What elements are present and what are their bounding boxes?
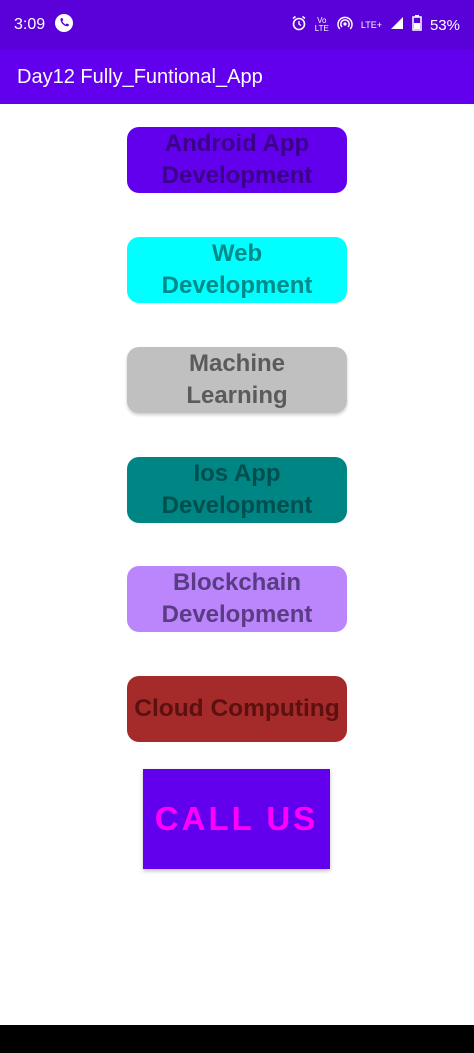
- button-label-line2: Development: [161, 601, 313, 628]
- app-screen: 3:09 Vo LTE LTE+ 53% Day12 Fully_Funtion…: [0, 0, 474, 1053]
- button-label: Web Development: [162, 238, 313, 302]
- battery-percentage: 53%: [429, 16, 460, 34]
- ios-app-development-button[interactable]: Ios App Development: [127, 457, 347, 523]
- button-label-line1: Ios App: [193, 460, 281, 487]
- button-label-line1: Web: [211, 240, 263, 267]
- alarm-icon: [291, 15, 307, 35]
- button-label: Cloud Computing: [134, 693, 339, 725]
- app-title: Day12 Fully_Funtional_App: [17, 65, 263, 88]
- blockchain-development-button[interactable]: Blockchain Development: [127, 566, 347, 632]
- network-type-label: LTE+: [360, 20, 382, 30]
- call-us-label: CALL US: [154, 800, 319, 837]
- app-bar: Day12 Fully_Funtional_App: [0, 50, 474, 104]
- button-label-line1: Cloud Computing: [134, 695, 340, 722]
- navigation-bar: [0, 1025, 474, 1053]
- button-label-line2: Development: [161, 162, 313, 189]
- button-label-line1: Blockchain: [172, 569, 302, 596]
- call-us-button[interactable]: CALL US: [143, 769, 330, 869]
- phone-call-icon: [55, 13, 74, 37]
- web-development-button[interactable]: Web Development: [127, 237, 347, 303]
- button-label-line1: Machine: [188, 350, 286, 377]
- network-type-indicator: LTE+: [360, 20, 382, 30]
- cloud-computing-button[interactable]: Cloud Computing: [127, 676, 347, 742]
- status-left: 3:09: [14, 13, 74, 37]
- button-label-line2: Development: [161, 492, 313, 519]
- battery-icon: [412, 15, 422, 35]
- status-bar: 3:09 Vo LTE LTE+ 53%: [0, 0, 474, 50]
- signal-icon: [390, 16, 404, 34]
- android-app-development-button[interactable]: Android App Development: [127, 127, 347, 193]
- button-label-line1: Android App: [164, 130, 310, 157]
- volte-indicator: Vo LTE: [315, 17, 329, 33]
- button-label: Machine Learning: [186, 348, 287, 412]
- button-label-line2: Learning: [186, 382, 288, 409]
- button-label: Blockchain Development: [162, 567, 313, 631]
- button-label: Ios App Development: [162, 458, 313, 522]
- button-label: Android App Development: [162, 128, 313, 192]
- machine-learning-button[interactable]: Machine Learning: [127, 347, 347, 413]
- volte-bottom-label: LTE: [314, 24, 329, 33]
- status-right: Vo LTE LTE+ 53%: [291, 15, 460, 35]
- status-time: 3:09: [14, 16, 46, 33]
- hotspot-icon: [337, 15, 353, 35]
- button-label-line2: Development: [161, 272, 313, 299]
